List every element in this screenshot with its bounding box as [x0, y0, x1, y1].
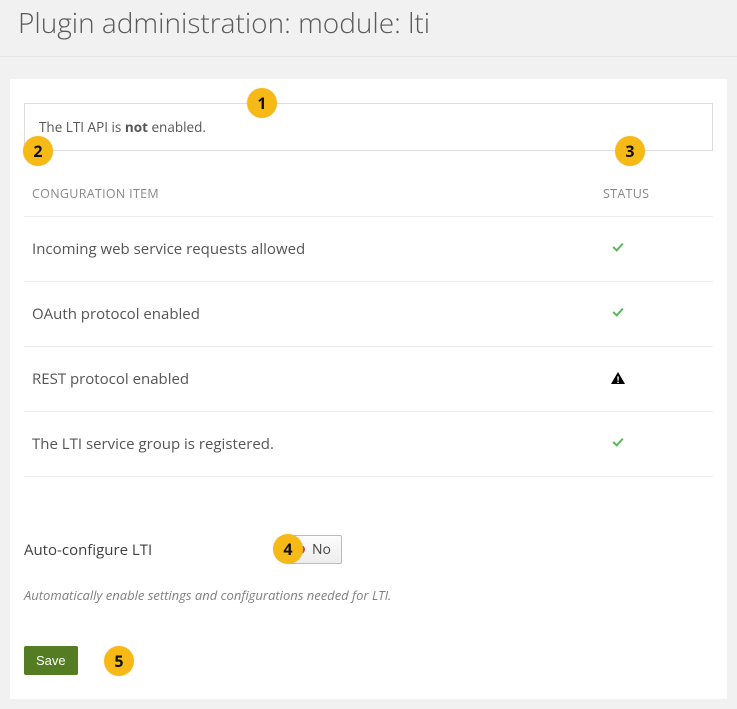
save-row: Save 5 — [24, 646, 713, 675]
warning-icon — [611, 372, 625, 384]
lti-alert-box: The LTI API is not enabled. 1 2 3 — [24, 103, 713, 151]
auto-configure-label: Auto-configure LTI — [24, 540, 289, 560]
page-title: Plugin administration: module: lti — [18, 4, 719, 42]
check-icon — [611, 242, 625, 254]
config-item-status — [603, 217, 713, 282]
callout-4: 4 — [273, 534, 303, 564]
config-item-label: REST protocol enabled — [24, 347, 603, 412]
config-item-status — [603, 412, 713, 477]
table-row: The LTI service group is registered. — [24, 412, 713, 477]
config-item-label: Incoming web service requests allowed — [24, 217, 603, 282]
config-item-status — [603, 347, 713, 412]
toggle-value: No — [312, 540, 331, 559]
auto-configure-row: Auto-configure LTI No 4 — [24, 535, 713, 564]
auto-configure-help: Automatically enable settings and config… — [24, 586, 713, 604]
config-table: CONGURATION ITEM STATUS Incoming web ser… — [24, 177, 713, 477]
config-item-label: The LTI service group is registered. — [24, 412, 603, 477]
check-icon — [611, 307, 625, 319]
table-row: Incoming web service requests allowed — [24, 217, 713, 282]
save-button[interactable]: Save — [24, 646, 78, 675]
col-header-status: STATUS — [603, 177, 713, 217]
col-header-item: CONGURATION ITEM — [24, 177, 603, 217]
page-header: Plugin administration: module: lti — [0, 0, 737, 57]
config-item-status — [603, 282, 713, 347]
table-row: REST protocol enabled — [24, 347, 713, 412]
table-row: OAuth protocol enabled — [24, 282, 713, 347]
callout-5: 5 — [104, 646, 134, 676]
callout-2: 2 — [23, 136, 53, 166]
callout-3: 3 — [615, 136, 645, 166]
config-item-label: OAuth protocol enabled — [24, 282, 603, 347]
alert-bold: not — [125, 118, 148, 136]
check-icon — [611, 437, 625, 449]
alert-suffix: enabled. — [148, 118, 206, 136]
content-card: The LTI API is not enabled. 1 2 3 CONGUR… — [10, 79, 727, 699]
callout-1: 1 — [247, 88, 277, 118]
alert-prefix: The LTI API is — [39, 118, 125, 136]
